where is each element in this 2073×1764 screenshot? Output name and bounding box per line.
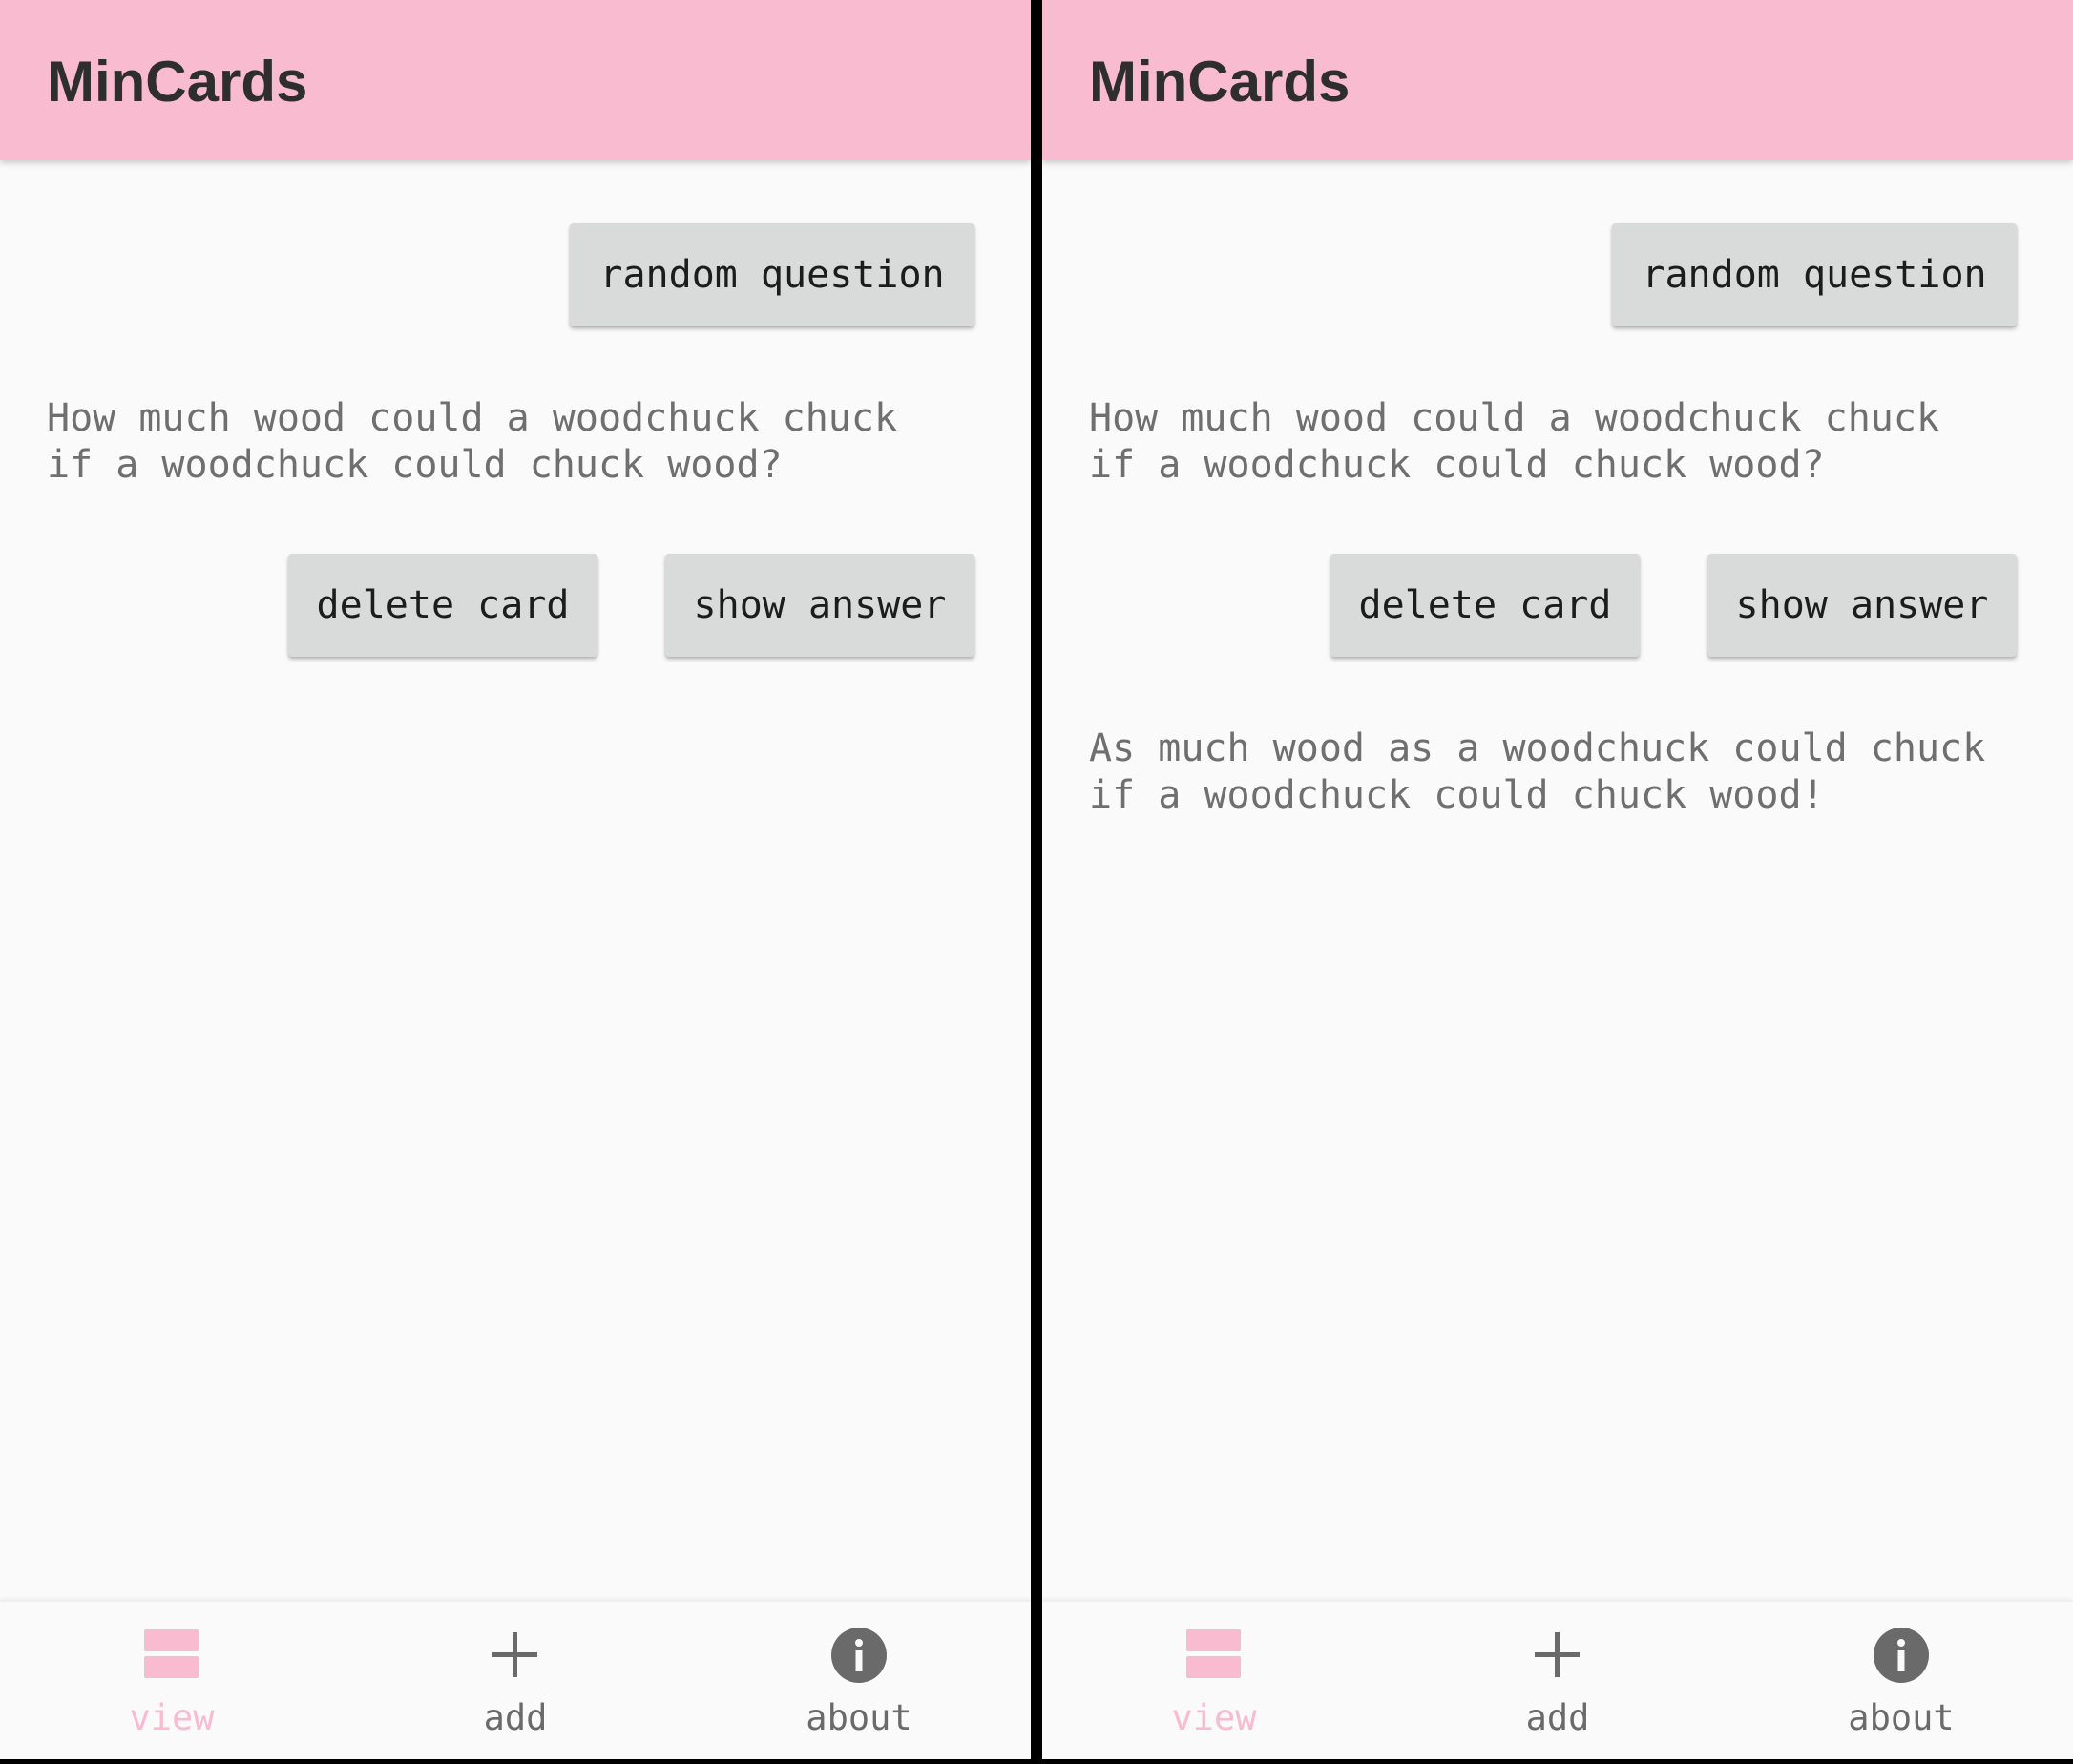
delete-card-button[interactable]: delete card xyxy=(288,554,597,657)
app-bar: MinCards xyxy=(0,0,1031,160)
app-title: MinCards xyxy=(47,50,308,114)
nav-item-add[interactable]: add xyxy=(344,1602,687,1759)
bottom-navigation: view add about xyxy=(0,1601,1031,1759)
app-bar: MinCards xyxy=(1042,0,2073,160)
question-text: How much wood could a woodchuck chuck if… xyxy=(1089,396,1940,487)
bottom-navigation: view add about xyxy=(1042,1601,2073,1759)
random-question-button[interactable]: random question xyxy=(570,223,974,326)
screenshot-composite: MinCards random question How much wood c… xyxy=(0,0,2073,1764)
nav-label-view: view xyxy=(1171,1697,1257,1738)
nav-label-about: about xyxy=(1848,1697,1955,1738)
show-answer-button[interactable]: show answer xyxy=(1707,554,2017,657)
nav-label-view: view xyxy=(129,1697,215,1738)
nav-item-about[interactable]: about xyxy=(687,1602,1031,1759)
nav-item-about[interactable]: about xyxy=(1729,1602,2073,1759)
show-answer-button[interactable]: show answer xyxy=(665,554,974,657)
cards-icon xyxy=(144,1629,199,1678)
screen-answer-view: MinCards random question How much wood c… xyxy=(1042,0,2073,1759)
nav-item-add[interactable]: add xyxy=(1386,1602,1729,1759)
cards-icon xyxy=(1186,1629,1241,1678)
nav-label-add: add xyxy=(483,1697,548,1738)
answer-text: As much wood as a woodchuck could chuck … xyxy=(1089,726,1986,817)
nav-item-view[interactable]: view xyxy=(0,1602,344,1759)
nav-label-add: add xyxy=(1525,1697,1590,1738)
random-question-button[interactable]: random question xyxy=(1612,223,2017,326)
nav-item-view[interactable]: view xyxy=(1042,1602,1386,1759)
app-title: MinCards xyxy=(1089,50,1351,114)
plus-icon xyxy=(492,1632,537,1677)
plus-icon xyxy=(1535,1632,1580,1677)
delete-card-button[interactable]: delete card xyxy=(1330,554,1640,657)
nav-label-about: about xyxy=(806,1697,912,1738)
info-icon xyxy=(1874,1628,1929,1683)
info-icon xyxy=(831,1628,887,1683)
screen-question-view: MinCards random question How much wood c… xyxy=(0,0,1031,1759)
question-text: How much wood could a woodchuck chuck if… xyxy=(47,396,898,487)
